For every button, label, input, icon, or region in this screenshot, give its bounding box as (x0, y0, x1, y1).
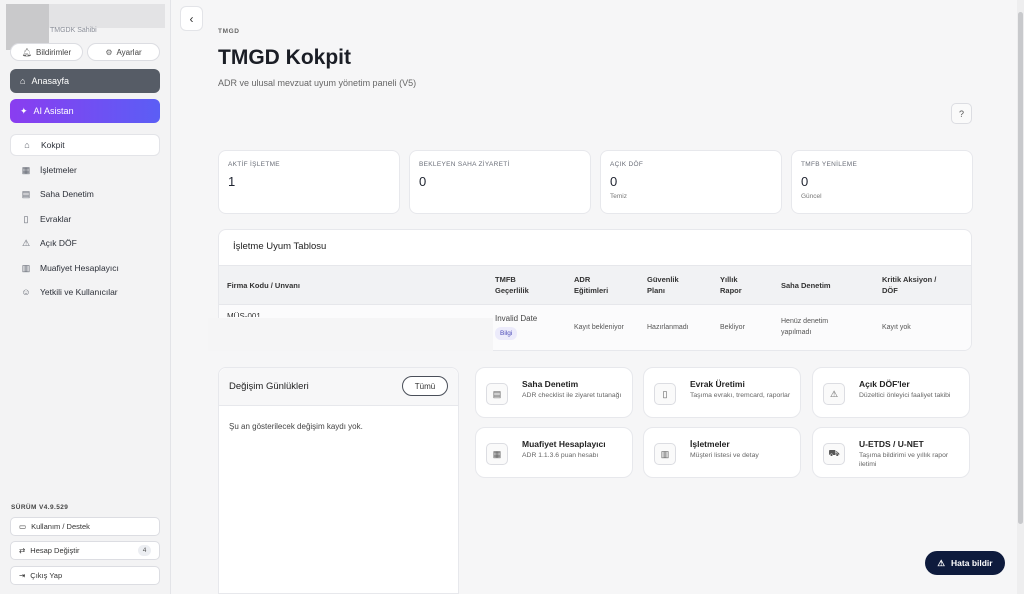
col-adr: ADR Eğitimleri (574, 275, 609, 295)
settings-button[interactable]: ⚙ Ayarlar (87, 43, 160, 61)
cell-firm: MÜŞ-001 (227, 312, 261, 317)
building-icon: ▥ (654, 443, 676, 465)
notifications-button[interactable]: 🔔︎ Bildirimler (10, 43, 83, 61)
col-firm: Firma Kodu / Unvanı (227, 281, 300, 290)
scrollbar-thumb[interactable] (1018, 12, 1023, 524)
calculator-icon: ▦ (486, 443, 508, 465)
sidebar-item-yetkili[interactable]: ☺ Yetkili ve Kullanıcılar (10, 281, 160, 303)
clipboard-icon: ▤ (486, 383, 508, 405)
truck-icon: ⛟ (823, 443, 845, 465)
swap-icon: ⇄ (19, 546, 26, 555)
ai-assistant-button[interactable]: ✦ AI Asistan (10, 99, 160, 123)
changelog-panel: Değişim Günlükleri Tümü Şu an gösterilec… (218, 367, 459, 594)
question-icon: ? (958, 108, 964, 119)
cell-tmfb: Invalid Date Bilgi (495, 313, 537, 340)
stat-card-tmfb-renewal: TMFB YENİLEME 0 Güncel (791, 150, 973, 214)
changelog-title: Değişim Günlükleri (229, 381, 309, 392)
profile-role: TMGDK Sahibi (50, 27, 97, 34)
users-icon: ☺ (21, 287, 31, 297)
col-critical: Kritik Aksiyon / DÖF (882, 275, 937, 295)
changelog-empty: Şu an gösterilecek değişim kaydı yok. (229, 422, 363, 431)
quick-card-muafiyet[interactable]: ▦ Muafiyet Hesaplayıcı ADR 1.1.3.6 puan … (475, 427, 633, 478)
sidebar-item-evraklar[interactable]: ▯ Evraklar (10, 208, 160, 230)
chart-icon: ▥ (21, 262, 31, 273)
cell-security: Hazırlanmadı (647, 324, 689, 331)
account-count-badge: 4 (138, 545, 151, 556)
sidebar-item-acik-dof[interactable]: ⚠ Açık DÖF (10, 232, 160, 254)
warning-icon: ⚠ (823, 383, 845, 405)
warning-icon: ⚠ (937, 557, 946, 568)
stat-card-active-business: AKTİF İŞLETME 1 (218, 150, 400, 214)
home-icon: ⌂ (20, 76, 26, 86)
col-tmfb: TMFB Geçerlilik (495, 275, 529, 295)
page-eyebrow: TMGD (218, 28, 240, 35)
help-button[interactable]: ? (951, 103, 972, 124)
quick-card-evrak-uretimi[interactable]: ▯ Evrak Üretimi Taşıma evrakı, tremcard,… (643, 367, 801, 418)
sidebar-item-isletmeler[interactable]: ▦ İşletmeler (10, 159, 160, 181)
quick-card-acik-dof[interactable]: ⚠ Açık DÖF'ler Düzeltici önleyici faaliy… (812, 367, 970, 418)
clipboard-icon: ▤ (21, 188, 31, 199)
document-icon: ▯ (654, 383, 676, 405)
page-title: TMGD Kokpit (218, 46, 351, 69)
version-label: SÜRÜM V4.9.529 (11, 504, 69, 511)
page-subtitle: ADR ve ulusal mevzuat uyum yönetim panel… (218, 78, 417, 88)
table-header: Firma Kodu / Unvanı TMFB Geçerlilik ADR … (219, 265, 971, 305)
chevron-left-icon: ‹ (189, 11, 194, 26)
logout-icon: ⇥ (19, 571, 26, 580)
warning-icon: ⚠ (21, 237, 31, 248)
status-badge: Bilgi (495, 327, 518, 340)
cell-adr: Kayıt bekleniyor (574, 324, 624, 331)
stat-card-open-dof: AÇIK DÖF 0 Temiz (600, 150, 782, 214)
sidebar: TMGDK Sahibi 🔔︎ Bildirimler ⚙ Ayarlar ⌂ … (0, 0, 171, 594)
document-icon: ▯ (23, 213, 29, 224)
building-icon: ▦ (21, 164, 31, 175)
switch-account-button[interactable]: ⇄ Hesap Değiştir 4 (10, 541, 160, 560)
view-all-button[interactable]: Tümü (402, 376, 448, 396)
table-title: İşletme Uyum Tablosu (233, 241, 327, 252)
report-bug-button[interactable]: ⚠ Hata bildir (925, 551, 1005, 575)
col-field: Saha Denetim (781, 281, 831, 290)
col-annual: Yıllık Rapor (720, 275, 742, 295)
quick-card-isletmeler[interactable]: ▥ İşletmeler Müşteri listesi ve detay (643, 427, 801, 478)
home-icon: ⌂ (24, 140, 30, 150)
sidebar-item-saha-denetim[interactable]: ▤ Saha Denetim (10, 183, 160, 205)
profile-name (49, 4, 165, 28)
stat-card-pending-visit: BEKLEYEN SAHA ZİYARETİ 0 (409, 150, 591, 214)
changelog-header: Değişim Günlükleri Tümü (219, 368, 458, 406)
sparkle-icon: ✦ (20, 105, 28, 116)
cell-annual: Bekliyor (720, 324, 745, 331)
gear-icon: ⚙ (105, 47, 113, 57)
logout-button[interactable]: ⇥ Çıkış Yap (10, 566, 160, 585)
quick-card-saha-denetim[interactable]: ▤ Saha Denetim ADR checklist ile ziyaret… (475, 367, 633, 418)
home-button[interactable]: ⌂ Anasayfa (10, 69, 160, 93)
cell-critical: Kayıt yok (882, 324, 911, 331)
cell-field: Henüz denetim yapılmadı (781, 318, 829, 336)
col-security: Güvenlik Planı (647, 275, 679, 295)
redacted-firm-name (208, 318, 493, 351)
usage-support-button[interactable]: ▭ Kullanım / Destek (10, 517, 160, 536)
quick-card-uetds[interactable]: ⛟ U-ETDS / U-NET Taşıma bildirimi ve yıl… (812, 427, 970, 478)
sidebar-item-kokpit[interactable]: ⌂ Kokpit (10, 134, 160, 156)
sidebar-item-muafiyet[interactable]: ▥ Muafiyet Hesaplayıcı (10, 257, 160, 279)
back-button[interactable]: ‹ (180, 6, 203, 31)
book-icon: ▭ (19, 522, 27, 531)
bell-icon: 🔔︎ (21, 47, 33, 57)
